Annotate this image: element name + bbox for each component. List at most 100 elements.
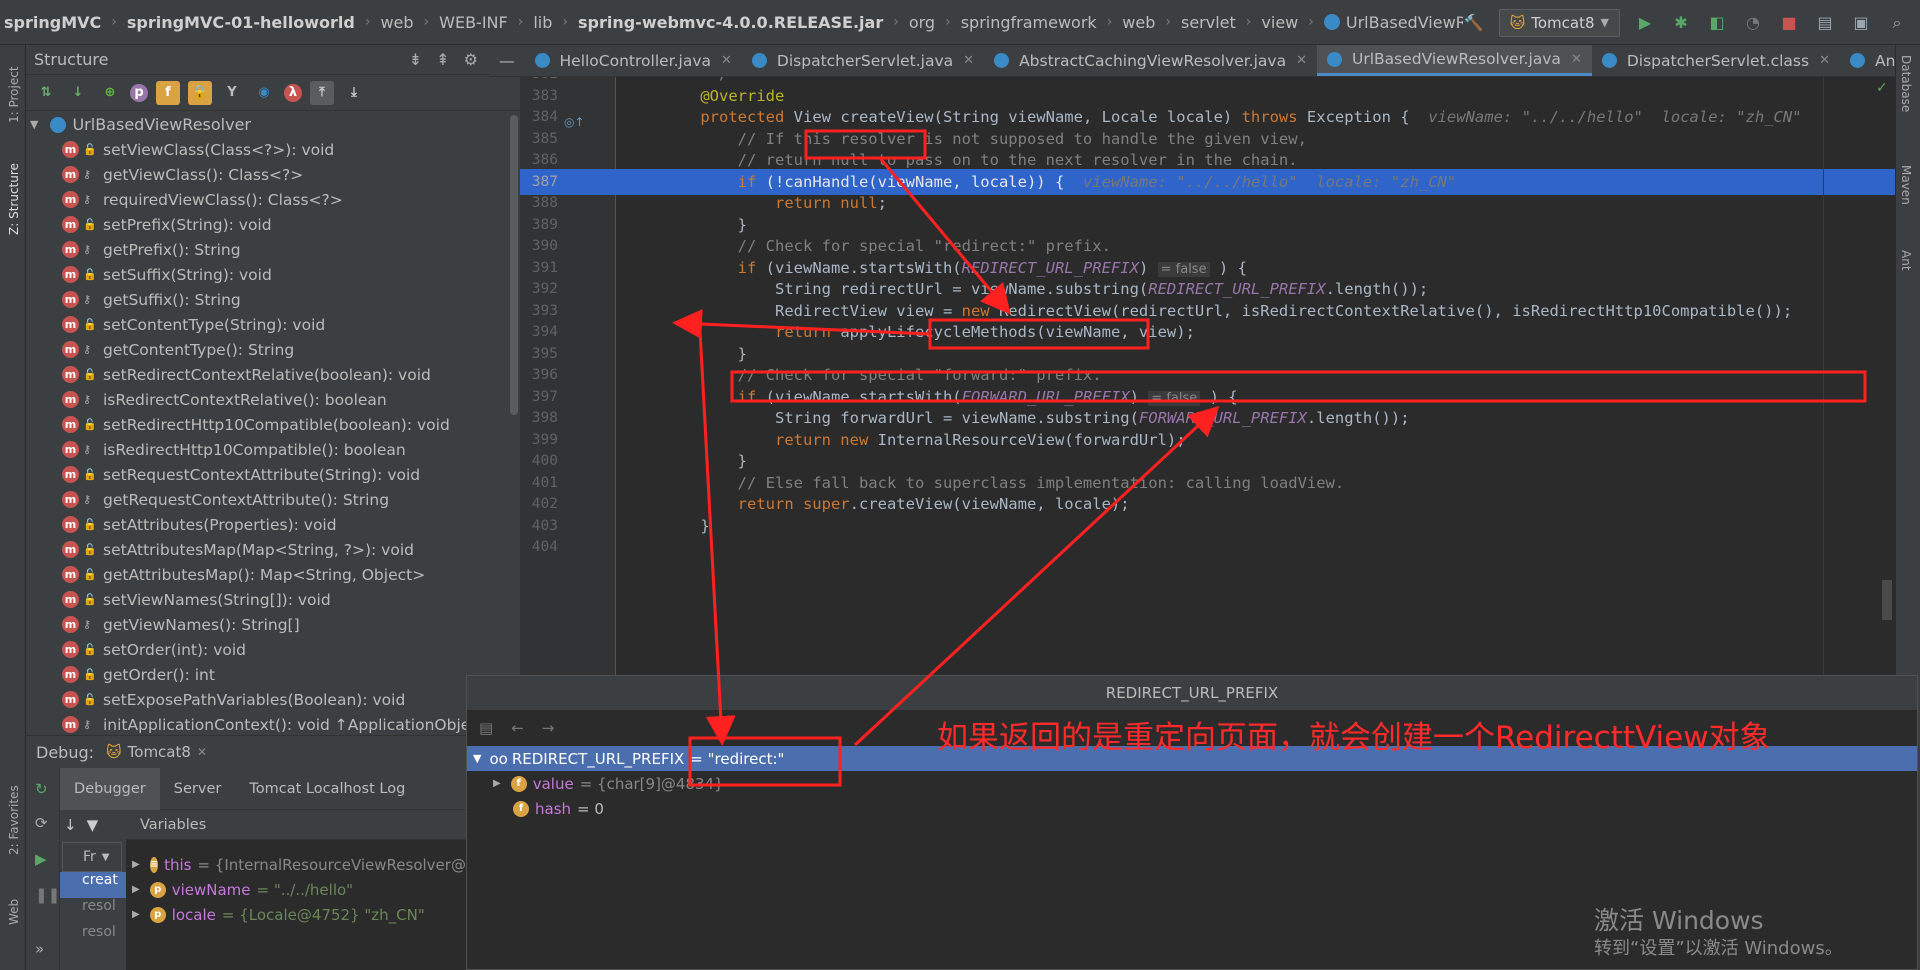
breadcrumb-item[interactable]: spring-webmvc-4.0.0.RELEASE.jar: [576, 13, 885, 32]
database-tool-tab[interactable]: Database: [1899, 55, 1913, 112]
favorites-tool-tab[interactable]: 2: Favorites: [7, 785, 21, 855]
editor-tab[interactable]: DispatcherServlet.class ✕: [1592, 45, 1840, 76]
structure-member-item[interactable]: m 🔓 getAttributesMap(): Map<String, Object…: [26, 562, 506, 587]
structure-member-item[interactable]: m 🔓 setRedirectHttp10Compatible(boolean): …: [26, 412, 506, 437]
structure-member-item[interactable]: m ⚷ isRedirectHttp10Compatible(): boolean: [26, 437, 506, 462]
editor-tab[interactable]: HelloController.java ✕: [525, 45, 742, 76]
collapse-all-icon[interactable]: ⇞: [436, 50, 449, 69]
breadcrumb-item[interactable]: org: [907, 13, 937, 32]
expand-all-icon[interactable]: ⇟: [409, 50, 422, 69]
variable-row[interactable]: ▶ p viewName = "../../hello": [126, 877, 466, 902]
autoscroll-to-source-icon[interactable]: ⤒: [310, 80, 334, 105]
structure-member-item[interactable]: m ⚷ getViewNames(): String[]: [26, 612, 506, 637]
collapse-arrow-icon[interactable]: ▼: [473, 752, 481, 765]
editor-tab[interactable]: AbstractCachingViewResolver.java ✕: [984, 45, 1317, 76]
code-editor[interactable]: ◎↑ 382 */383 @Override384 protected View…: [520, 77, 1895, 675]
autoscroll-from-source-icon[interactable]: ⤓: [342, 81, 366, 105]
maven-tool-tab[interactable]: Maven: [1899, 165, 1913, 205]
breadcrumb-item[interactable]: lib: [531, 13, 554, 32]
close-icon[interactable]: ✕: [1819, 53, 1830, 68]
expand-arrow-icon[interactable]: ▶: [132, 909, 140, 920]
run-icon[interactable]: ▶: [1634, 12, 1656, 34]
stack-frame-row[interactable]: resol: [60, 924, 126, 950]
show-inherited-icon[interactable]: ⊕: [98, 81, 122, 105]
structure-member-item[interactable]: m 🔓 setViewClass(Class<?>): void: [26, 137, 506, 162]
popup-field-row[interactable]: f hash = 0: [467, 796, 1917, 821]
show-non-public-icon[interactable]: 🔒: [188, 80, 212, 105]
close-icon[interactable]: ✕: [1296, 53, 1307, 68]
structure-member-item[interactable]: m 🔓 setOrder(int): void: [26, 637, 506, 662]
close-icon[interactable]: ✕: [963, 53, 974, 68]
coverage-icon[interactable]: ◧: [1706, 12, 1728, 34]
structure-member-item[interactable]: m 🔓 setSuffix(String): void: [26, 262, 506, 287]
sort-alpha-icon[interactable]: ↓: [66, 81, 90, 105]
debug-tab[interactable]: Tomcat Localhost Log: [235, 768, 419, 810]
refresh-icon[interactable]: ⟳: [35, 814, 48, 832]
inspection-ok-icon[interactable]: ✓: [1876, 80, 1888, 96]
rerun-icon[interactable]: ↻: [35, 780, 48, 798]
resume-icon[interactable]: ▶: [35, 850, 47, 868]
structure-tool-tab[interactable]: Z: Structure: [7, 163, 21, 235]
show-fields-icon[interactable]: f: [156, 80, 180, 105]
back-arrow-icon[interactable]: ←: [511, 719, 524, 737]
show-properties-icon[interactable]: p: [130, 83, 148, 102]
breadcrumb-item[interactable]: WEB-INF: [437, 13, 510, 32]
debug-tab[interactable]: Debugger: [60, 767, 160, 810]
structure-member-item[interactable]: m ⚷ requiredViewClass(): Class<?>: [26, 187, 506, 212]
project-structure-icon[interactable]: ▤: [1814, 12, 1836, 34]
tab-overflow-icon[interactable]: —: [489, 45, 525, 76]
breadcrumb-item[interactable]: springMVC-01-helloworld: [125, 13, 357, 32]
structure-member-item[interactable]: m ⚷ getViewClass(): Class<?>: [26, 162, 506, 187]
structure-member-item[interactable]: m 🔓 setAttributes(Properties): void: [26, 512, 506, 537]
structure-member-item[interactable]: m ⚷ getRequestContextAttribute(): String: [26, 487, 506, 512]
evaluate-icon[interactable]: ▤: [479, 719, 493, 737]
profile-icon[interactable]: ◔: [1742, 12, 1764, 34]
expand-arrow-icon[interactable]: ▶: [493, 778, 501, 789]
structure-member-item[interactable]: m 🔓 setViewNames(String[]): void: [26, 587, 506, 612]
structure-member-item[interactable]: m 🔓 getOrder(): int: [26, 662, 506, 687]
editor-scroll-thumb[interactable]: [1882, 580, 1892, 620]
expand-arrow-icon[interactable]: ▶: [132, 884, 140, 895]
search-icon[interactable]: ⌕: [1886, 12, 1908, 34]
stack-frame-row[interactable]: resol: [60, 898, 126, 924]
debug-session-tab[interactable]: 🐱 Tomcat8 ✕: [106, 743, 207, 761]
structure-member-item[interactable]: m ⚷ isRedirectContextRelative(): boolean: [26, 387, 506, 412]
breadcrumb-item[interactable]: view: [1259, 13, 1300, 32]
expand-arrow-icon[interactable]: ▼: [30, 118, 38, 131]
lambda-icon[interactable]: λ: [284, 83, 302, 102]
sort-visibility-icon[interactable]: ⇅: [34, 81, 58, 105]
debug-icon[interactable]: ✱: [1670, 12, 1692, 34]
breadcrumb-item[interactable]: servlet: [1179, 13, 1238, 32]
breadcrumb-item[interactable]: springframework: [959, 13, 1099, 32]
frames-filter[interactable]: Fr ▼: [62, 842, 122, 872]
structure-member-item[interactable]: m ⚷ getContentType(): String: [26, 337, 506, 362]
run-config-select[interactable]: 🐱 Tomcat8 ▼: [1498, 8, 1620, 37]
expand-arrow-icon[interactable]: ▶: [132, 859, 140, 870]
structure-scrollbar[interactable]: [510, 115, 518, 415]
anonymous-classes-icon[interactable]: ◉: [252, 81, 276, 105]
stop-icon[interactable]: ■: [1778, 12, 1800, 34]
debug-tab[interactable]: Server: [160, 768, 236, 810]
structure-member-item[interactable]: m 🔓 setExposePathVariables(Boolean): void: [26, 687, 506, 712]
structure-member-item[interactable]: m 🔓 setRequestContextAttribute(String): vo…: [26, 462, 506, 487]
close-icon[interactable]: ✕: [1571, 52, 1582, 67]
pause-icon[interactable]: ❚❚: [35, 886, 60, 904]
ant-tool-tab[interactable]: Ant: [1899, 250, 1913, 271]
close-icon[interactable]: ✕: [197, 745, 207, 759]
editor-tab[interactable]: DispatcherServlet.java ✕: [742, 45, 984, 76]
editor-tab[interactable]: AnnotationMet: [1840, 45, 1895, 76]
structure-member-item[interactable]: m 🔓 setAttributesMap(Map<String, ?>): void: [26, 537, 506, 562]
structure-member-item[interactable]: m 🔓 setContentType(String): void: [26, 312, 506, 337]
project-tool-tab[interactable]: 1: Project: [7, 66, 21, 123]
code-line[interactable]: 404: [520, 534, 1895, 560]
web-tool-tab[interactable]: Web: [7, 899, 21, 925]
more-icon[interactable]: »: [35, 940, 44, 958]
show-lambdas-icon[interactable]: Y: [220, 81, 244, 105]
structure-member-item[interactable]: m ⚷ getPrefix(): String: [26, 237, 506, 262]
forward-arrow-icon[interactable]: →: [542, 719, 555, 737]
structure-member-item[interactable]: m 🔓 setPrefix(String): void: [26, 212, 506, 237]
stack-frame-row[interactable]: creat: [60, 872, 126, 898]
close-icon[interactable]: ✕: [721, 53, 732, 68]
popup-field-row[interactable]: ▶ f value = {char[9]@4834}: [467, 771, 1917, 796]
editor-tab[interactable]: UrlBasedViewResolver.java ✕: [1317, 45, 1592, 76]
